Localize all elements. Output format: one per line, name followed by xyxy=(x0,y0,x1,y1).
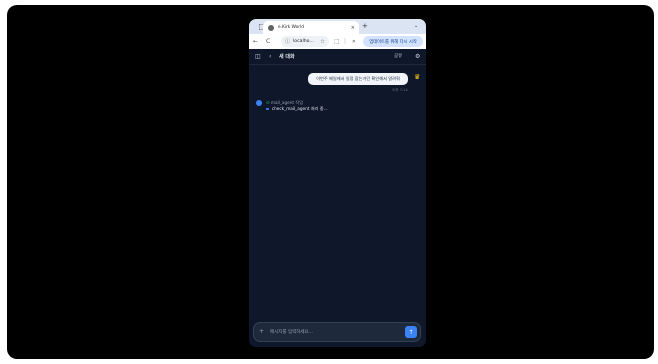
sidebar-toggle-icon[interactable]: ◫ xyxy=(255,52,261,61)
bookmark-star-icon[interactable]: ☆ xyxy=(320,39,325,45)
back-chevron-icon[interactable]: ‹ xyxy=(269,52,271,61)
back-icon[interactable]: ← xyxy=(253,37,258,46)
separator: | xyxy=(344,38,347,45)
screen: e.Kirk World × + ⌄ ← C ⓘ localho... ☆ ⬚ … xyxy=(7,5,654,359)
tab-strip: e.Kirk World × + ⌄ xyxy=(249,19,426,34)
tab-search-icon[interactable]: ⌄ xyxy=(414,23,418,29)
restart-update-button[interactable]: 업데이트를 위해 다시 시작 xyxy=(363,36,423,47)
url-text: localho... xyxy=(293,39,314,44)
tab-title: e.Kirk World xyxy=(278,25,304,30)
gear-icon[interactable]: ⚙ xyxy=(415,52,420,61)
tool-step-label: check_mail_agent 처리 중... xyxy=(271,106,328,111)
browser-window: e.Kirk World × + ⌄ ← C ⓘ localho... ☆ ⬚ … xyxy=(249,19,426,347)
check-icon: ⊙ xyxy=(266,100,270,105)
status-dot xyxy=(266,107,269,111)
more-chevron-icon[interactable]: » xyxy=(352,37,356,46)
attach-icon[interactable]: + xyxy=(259,327,264,336)
reload-icon[interactable]: C xyxy=(266,37,270,46)
tab-active[interactable]: e.Kirk World × xyxy=(263,21,359,34)
globe-icon xyxy=(268,24,274,31)
avatar: ♛ xyxy=(414,73,421,81)
app-header: ◫ ‹ 새 대화 공유 ⚙ xyxy=(249,49,426,65)
new-tab-button[interactable]: + xyxy=(362,22,368,31)
tool-agent-label: mail_agent 작업 xyxy=(270,100,304,105)
agent-icon xyxy=(256,100,262,106)
tool-call-step: check_mail_agent 처리 중... xyxy=(266,106,328,112)
message-input-bar[interactable]: + 메시지를 입력하세요... ↑ xyxy=(253,322,421,342)
page-title: 새 대화 xyxy=(279,54,295,60)
message-time: 오후 7:14 xyxy=(392,88,408,92)
message-input[interactable]: 메시지를 입력하세요... xyxy=(270,329,313,335)
info-icon: ⓘ xyxy=(285,39,291,45)
user-message: 이번주 메일에서 일정 잡는거던 확인해서 알려줘 xyxy=(308,73,408,85)
address-bar-row: ← C ⓘ localho... ☆ ⬚ | » 업데이트를 위해 다시 시작 xyxy=(249,34,426,49)
url-field[interactable]: ⓘ localho... ☆ xyxy=(281,36,329,47)
tab-close-icon[interactable]: × xyxy=(351,25,355,31)
share-button[interactable]: 공유 xyxy=(394,53,402,59)
extensions-icon[interactable]: ⬚ xyxy=(334,37,340,46)
send-button[interactable]: ↑ xyxy=(405,326,417,338)
